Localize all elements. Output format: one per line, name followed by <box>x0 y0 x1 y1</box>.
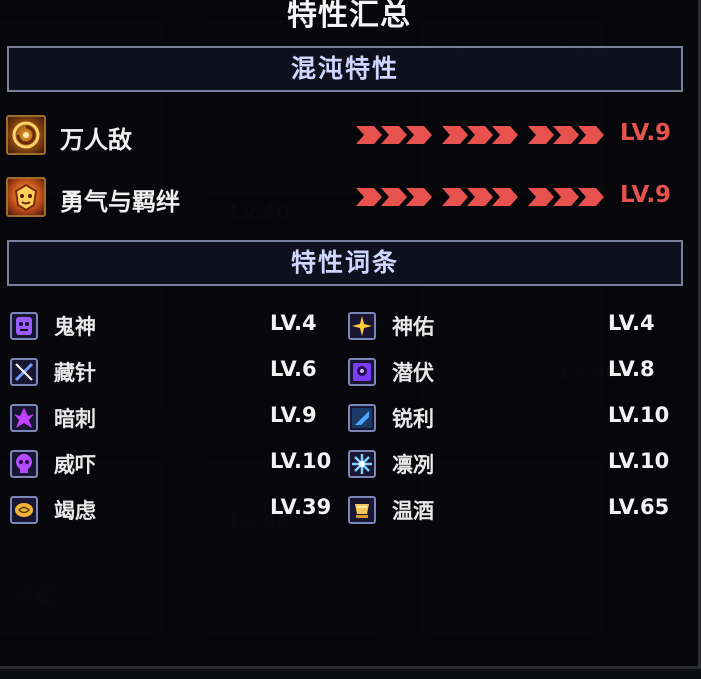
trait-level: LV.10 <box>608 449 670 473</box>
trait-level: LV.10 <box>608 403 670 427</box>
chaos-trait-level: LV.9 <box>620 120 672 146</box>
trait-name: 温酒 <box>392 499 434 523</box>
divine-star-icon <box>348 312 376 340</box>
trait-level: LV.8 <box>608 357 655 381</box>
trait-entry[interactable]: 神佑 LV.4 <box>348 309 678 341</box>
trait-level: LV.4 <box>270 311 317 335</box>
trait-level: LV.39 <box>270 495 332 519</box>
chaos-trait-row[interactable]: 勇气与羁绊 LV.9 <box>6 176 696 220</box>
level-chevron <box>442 126 518 144</box>
trait-name: 神佑 <box>392 315 434 339</box>
level-chevron <box>528 126 604 144</box>
trait-level: LV.9 <box>270 403 317 427</box>
frost-icon <box>348 450 376 478</box>
spiral-sun-icon <box>6 115 46 155</box>
chaos-trait-level: LV.9 <box>620 182 672 208</box>
chaos-traits-header: 混沌特性 <box>7 46 683 92</box>
trait-entry[interactable]: 凛冽 LV.10 <box>348 447 678 479</box>
trait-entries-header: 特性词条 <box>7 240 683 286</box>
skull-icon <box>10 450 38 478</box>
level-chevron <box>356 126 432 144</box>
chaos-level-bar <box>356 126 604 144</box>
lion-crest-icon <box>6 177 46 217</box>
trait-entry[interactable]: 温酒 LV.65 <box>348 493 678 525</box>
trait-summary-panel: 特性汇总 混沌特性 万人敌 LV.9 勇气与羁绊 LV.9 特性词条 鬼神 LV… <box>0 0 701 669</box>
trait-name: 威吓 <box>54 453 96 477</box>
trait-entry[interactable]: 锐利 LV.10 <box>348 401 678 433</box>
level-chevron <box>528 188 604 206</box>
trait-name: 凛冽 <box>392 453 434 477</box>
trait-name: 潜伏 <box>392 361 434 385</box>
trait-entry[interactable]: 藏针 LV.6 <box>10 355 340 387</box>
trait-name: 竭虑 <box>54 499 96 523</box>
panel-title: 特性汇总 <box>287 0 411 33</box>
brain-icon <box>10 496 38 524</box>
trait-name: 鬼神 <box>54 315 96 339</box>
dark-thorn-icon <box>10 404 38 432</box>
lurk-icon <box>348 358 376 386</box>
trait-entry[interactable]: 潜伏 LV.8 <box>348 355 678 387</box>
trait-name: 暗刺 <box>54 407 96 431</box>
hidden-needle-icon <box>10 358 38 386</box>
trait-entry[interactable]: 威吓 LV.10 <box>10 447 340 479</box>
wine-cup-icon <box>348 496 376 524</box>
trait-entry[interactable]: 竭虑 LV.39 <box>10 493 340 525</box>
level-chevron <box>442 188 518 206</box>
trait-level: LV.10 <box>270 449 332 473</box>
chaos-trait-name: 万人敌 <box>60 126 132 154</box>
trait-entry[interactable]: 鬼神 LV.4 <box>10 309 340 341</box>
chaos-trait-row[interactable]: 万人敌 LV.9 <box>6 114 696 158</box>
trait-level: LV.6 <box>270 357 317 381</box>
sharp-blade-icon <box>348 404 376 432</box>
trait-level: LV.4 <box>608 311 655 335</box>
level-chevron <box>356 188 432 206</box>
trait-level: LV.65 <box>608 495 670 519</box>
trait-name: 藏针 <box>54 361 96 385</box>
trait-name: 锐利 <box>392 407 434 431</box>
demon-god-icon <box>10 312 38 340</box>
trait-entry[interactable]: 暗刺 LV.9 <box>10 401 340 433</box>
chaos-level-bar <box>356 188 604 206</box>
chaos-trait-name: 勇气与羁绊 <box>60 188 180 216</box>
